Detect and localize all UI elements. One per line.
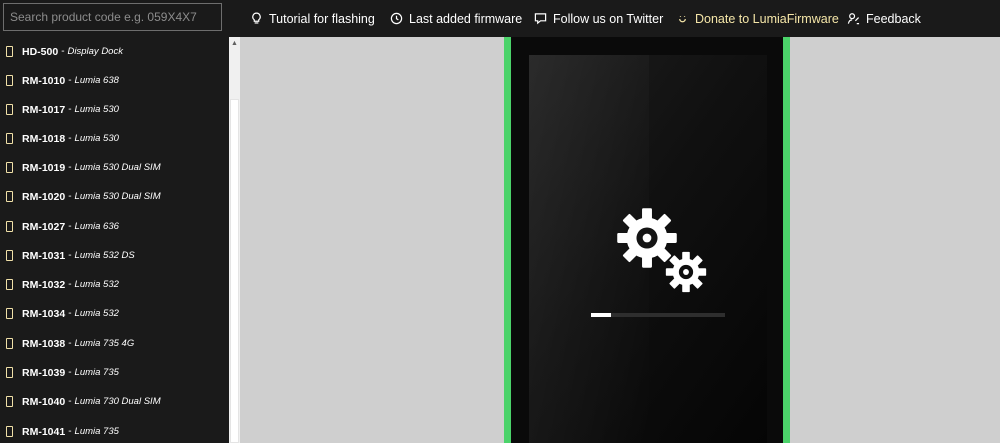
- product-model: Lumia 530 Dual SIM: [74, 162, 161, 173]
- phone-icon: [6, 367, 13, 378]
- product-model: Lumia 638: [74, 75, 119, 86]
- lightbulb-icon: [252, 12, 261, 24]
- phone-icon: [6, 133, 13, 144]
- separator: -: [68, 250, 72, 261]
- list-item[interactable]: HD-500 - Display Dock: [0, 37, 229, 66]
- nav-feedback-label: Feedback: [866, 11, 921, 26]
- phone-icon: [6, 191, 13, 202]
- phone-icon: [6, 250, 13, 261]
- list-item[interactable]: RM-1040 - Lumia 730 Dual SIM: [0, 387, 229, 416]
- phone-icon: [6, 162, 13, 173]
- product-code: RM-1027: [22, 220, 66, 233]
- scrollbar-thumb[interactable]: [230, 99, 239, 443]
- phone-icon: [6, 396, 13, 407]
- separator: -: [68, 396, 72, 407]
- nav-twitter[interactable]: Follow us on Twitter: [534, 0, 663, 37]
- list-item[interactable]: RM-1038 - Lumia 735 4G: [0, 329, 229, 358]
- product-code: RM-1020: [22, 190, 66, 203]
- product-code: RM-1040: [22, 395, 66, 408]
- list-item[interactable]: RM-1020 - Lumia 530 Dual SIM: [0, 182, 229, 211]
- product-code: RM-1019: [22, 161, 66, 174]
- product-model: Lumia 530 Dual SIM: [74, 191, 161, 202]
- nav-tutorial[interactable]: Tutorial for flashing: [250, 0, 375, 37]
- phone-illustration: [504, 37, 790, 443]
- separator: -: [61, 46, 65, 57]
- nav-donate-label: Donate to LumiaFirmware: [695, 11, 839, 26]
- progress-fill: [591, 313, 612, 317]
- phone-icon: [6, 104, 13, 115]
- small-gear-icon: [665, 251, 707, 293]
- product-model: Display Dock: [67, 46, 123, 57]
- product-model: Lumia 730 Dual SIM: [74, 396, 161, 407]
- separator: -: [68, 191, 72, 202]
- nav-tutorial-label: Tutorial for flashing: [269, 11, 375, 26]
- separator: -: [68, 75, 72, 86]
- separator: -: [68, 162, 72, 173]
- search-input[interactable]: [3, 3, 222, 31]
- nav-last-added-label: Last added firmware: [409, 11, 523, 26]
- product-code: RM-1018: [22, 132, 66, 145]
- smile-icon: [679, 16, 686, 23]
- product-model: Lumia 636: [74, 221, 119, 232]
- list-item[interactable]: RM-1041 - Lumia 735: [0, 417, 229, 443]
- list-item[interactable]: RM-1039 - Lumia 735: [0, 358, 229, 387]
- chat-icon: [534, 13, 547, 25]
- phone-icon: [6, 308, 13, 319]
- phone-icon: [6, 426, 13, 437]
- sidebar-scrollbar[interactable]: ▲: [229, 37, 240, 443]
- separator: -: [68, 367, 72, 378]
- phone-icon: [6, 75, 13, 86]
- product-model: Lumia 735: [74, 426, 119, 437]
- phone-icon: [6, 46, 13, 57]
- product-model: Lumia 530: [74, 104, 119, 115]
- flashing-progress-bar: [591, 313, 725, 317]
- top-bar: Tutorial for flashing Last added firmwar…: [0, 0, 1000, 37]
- nav-twitter-label: Follow us on Twitter: [553, 11, 664, 26]
- nav-last-added[interactable]: Last added firmware: [390, 0, 522, 37]
- product-code: RM-1039: [22, 366, 66, 379]
- product-list: HD-500 - Display Dock RM-1010 - Lumia 63…: [0, 37, 229, 443]
- product-model: Lumia 532: [74, 308, 119, 319]
- scroll-up-arrow-icon[interactable]: ▲: [229, 37, 240, 49]
- product-model: Lumia 735 4G: [74, 338, 135, 349]
- list-item[interactable]: RM-1019 - Lumia 530 Dual SIM: [0, 153, 229, 182]
- product-model: Lumia 532 DS: [74, 250, 135, 261]
- product-model: Lumia 530: [74, 133, 119, 144]
- separator: -: [68, 279, 72, 290]
- product-code: RM-1041: [22, 425, 66, 438]
- phone-icon: [6, 279, 13, 290]
- phone-icon: [6, 338, 13, 349]
- list-item[interactable]: RM-1010 - Lumia 638: [0, 66, 229, 95]
- product-code: RM-1034: [22, 307, 66, 320]
- separator: -: [68, 104, 72, 115]
- phone-icon: [6, 221, 13, 232]
- phone-screen: [529, 55, 767, 443]
- product-model: Lumia 735: [74, 367, 119, 378]
- list-item[interactable]: RM-1018 - Lumia 530: [0, 124, 229, 153]
- product-model: Lumia 532: [74, 279, 119, 290]
- product-code: RM-1032: [22, 278, 66, 291]
- nav-feedback[interactable]: Feedback: [847, 0, 921, 37]
- product-code: RM-1017: [22, 103, 66, 116]
- separator: -: [68, 308, 72, 319]
- list-item[interactable]: RM-1032 - Lumia 532: [0, 270, 229, 299]
- product-code: RM-1038: [22, 337, 66, 350]
- separator: -: [68, 426, 72, 437]
- list-item[interactable]: RM-1031 - Lumia 532 DS: [0, 241, 229, 270]
- feedback-icon: [847, 13, 860, 25]
- separator: -: [68, 133, 72, 144]
- list-item[interactable]: RM-1034 - Lumia 532: [0, 299, 229, 328]
- product-code: HD-500: [22, 45, 59, 58]
- product-code: RM-1031: [22, 249, 66, 262]
- separator: -: [68, 338, 72, 349]
- list-item[interactable]: RM-1017 - Lumia 530: [0, 95, 229, 124]
- history-icon: [390, 12, 403, 25]
- product-code: RM-1010: [22, 74, 66, 87]
- separator: -: [68, 221, 72, 232]
- list-item[interactable]: RM-1027 - Lumia 636: [0, 212, 229, 241]
- nav-donate[interactable]: Donate to LumiaFirmware: [676, 0, 839, 37]
